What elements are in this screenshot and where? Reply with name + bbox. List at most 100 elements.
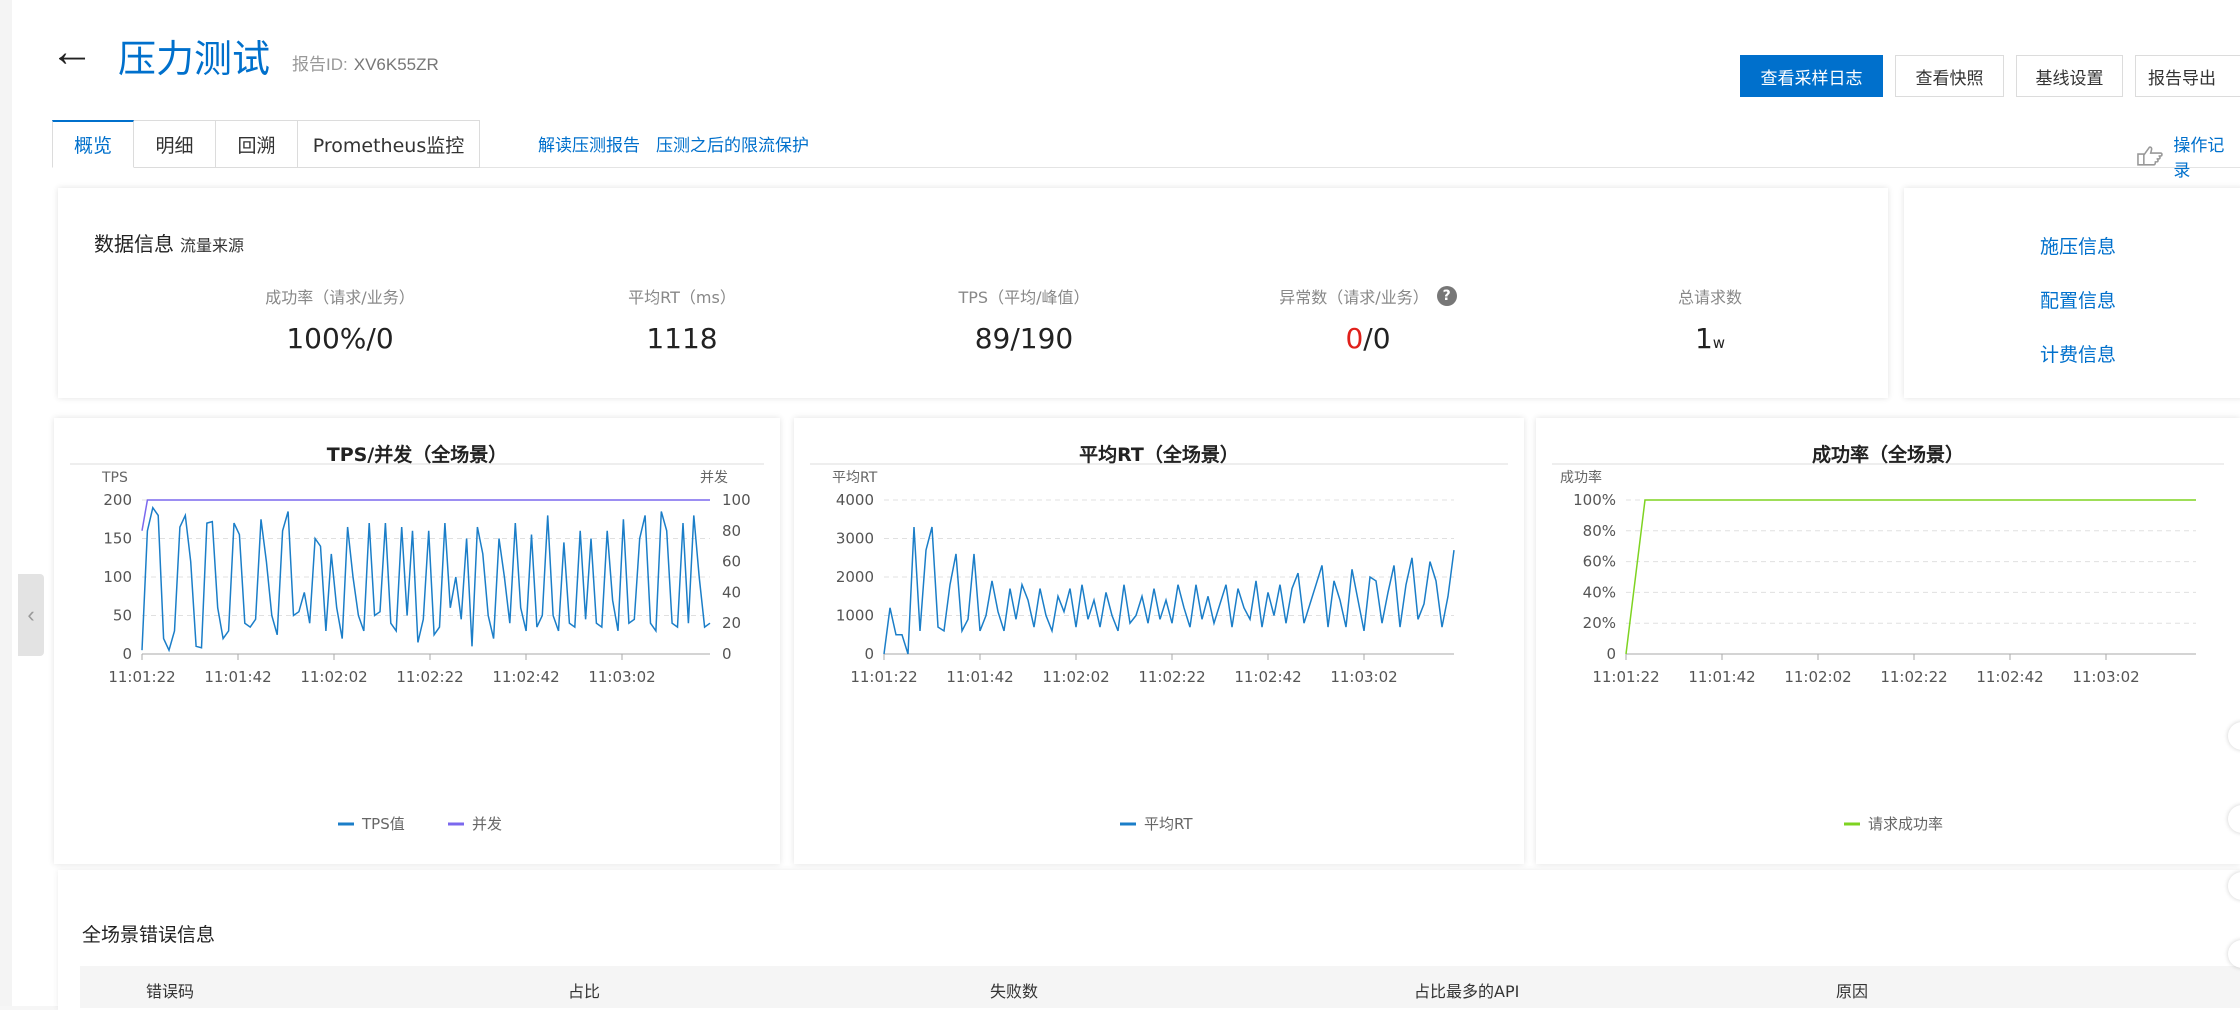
metric-label: 异常数（请求/业务）: [1279, 288, 1429, 307]
view-snapshot-button[interactable]: 查看快照: [1895, 55, 2004, 97]
column-header-error-code: 错误码: [146, 982, 195, 1001]
metric-exceptions: 异常数（请求/业务） ? 0/0: [1218, 284, 1518, 355]
y2-tick-label: 0: [722, 645, 732, 663]
left-gutter: [0, 0, 12, 1006]
info-links-card: 施压信息 配置信息 计费信息: [1904, 188, 2240, 398]
y-tick-label: 3000: [836, 530, 874, 548]
avg-rt-chart-card: 平均RT（全场景） 平均RT 0 1000 2000 3000 4000 11:01:22 1…: [794, 418, 1524, 864]
page-title: 压力测试: [118, 37, 271, 81]
metric-value: 100%/0: [286, 322, 394, 355]
series-line-0: [1625, 499, 2196, 655]
top-actions: 查看采样日志 查看快照 基线设置 报告导出: [1740, 55, 2240, 97]
billing-info-link[interactable]: 计费信息: [2040, 340, 2116, 367]
success-rate-chart-card: 成功率（全场景） 成功率 0 20% 40% 60% 80% 100% 11:01:22 11:…: [1536, 418, 2240, 864]
x-tick-label: 11:02:02: [1784, 668, 1851, 686]
legend-label: TPS值: [361, 815, 405, 833]
success-rate-chart: 成功率 0 20% 40% 60% 80% 100% 11:01:22 11:01:42 11:0…: [1552, 463, 2224, 833]
help-icon[interactable]: ?: [1436, 286, 1457, 306]
data-info-heading: 数据信息 流量来源: [94, 228, 244, 257]
x-tick-label: 11:02:22: [396, 668, 463, 686]
y-tick-label: 200: [103, 491, 132, 509]
tab-bar: 概览 明细 回溯 Prometheus监控: [52, 120, 480, 168]
tab-overview[interactable]: 概览: [52, 120, 134, 168]
report-id: 报告ID: XV6K55ZR: [292, 50, 439, 75]
avg-rt-chart: 平均RT 0 1000 2000 3000 4000 11:01:22 11:01:42 11:…: [810, 463, 1508, 833]
metric-success-rate: 成功率（请求/业务） 100%/0: [190, 284, 490, 355]
y2-axis-label: 并发: [700, 470, 728, 486]
tps-concurrency-chart: TPS 并发 0 50 100 150 200 0 20 40 60 80 100 11:01:22 11:…: [70, 463, 764, 833]
x-tick-label: 11:01:22: [108, 668, 175, 686]
tps-concurrency-chart-card: TPS/并发（全场景） TPS 并发 0 50 100 150 200 0 20 40 60 80 10…: [54, 418, 780, 864]
export-report-button[interactable]: 报告导出: [2135, 55, 2240, 97]
series-line-0: [141, 505, 711, 653]
back-button[interactable]: ←: [50, 27, 94, 76]
metric-tps: TPS（平均/峰值） 89/190: [874, 284, 1174, 355]
report-id-value: XV6K55ZR: [353, 55, 439, 74]
operation-log-link[interactable]: 操作记录: [2136, 131, 2240, 181]
column-header-reason: 原因: [1836, 982, 1869, 1001]
error-info-title: 全场景错误信息: [82, 924, 216, 946]
arrow-left-icon: ←: [50, 27, 94, 76]
metric-value: 1118: [646, 322, 718, 355]
data-info-title: 数据信息: [94, 232, 174, 256]
y2-tick-label: 60: [722, 553, 741, 571]
metric-value: 1w: [1560, 322, 1860, 355]
tab-detail[interactable]: 明细: [134, 120, 216, 168]
page: ‹ ← 压力测试 报告ID: XV6K55ZR 查看采样日志 查看快照 基线设置 …: [0, 0, 2240, 1010]
y2-tick-label: 40: [722, 583, 741, 601]
x-tick-label: 11:02:22: [1880, 668, 1947, 686]
legend-label: 请求成功率: [1868, 815, 1943, 833]
tab-prometheus[interactable]: Prometheus监控: [298, 120, 480, 168]
series-line-0: [883, 526, 1455, 655]
x-tick-label: 11:01:22: [850, 668, 917, 686]
column-header-fail-count: 失败数: [990, 982, 1039, 1001]
pressure-info-link[interactable]: 施压信息: [2040, 232, 2116, 259]
x-tick-label: 11:02:42: [1234, 668, 1301, 686]
legend-label: 并发: [472, 815, 502, 833]
rate-limit-protection-link[interactable]: 压测之后的限流保护: [656, 131, 809, 156]
error-table-header: 错误码 占比 失败数 占比最多的API 原因: [80, 966, 2240, 1008]
metric-value: 0/0: [1218, 322, 1518, 355]
view-sampling-log-button[interactable]: 查看采样日志: [1740, 55, 1883, 97]
legend-label: 平均RT: [1144, 815, 1193, 833]
y-tick-label: 60%: [1583, 553, 1616, 571]
x-tick-label: 11:03:02: [1330, 668, 1397, 686]
interpret-report-link[interactable]: 解读压测报告: [538, 131, 640, 156]
report-id-label: 报告ID:: [292, 55, 348, 74]
baseline-settings-button[interactable]: 基线设置: [2016, 55, 2123, 97]
exception-count-value: 0: [1345, 322, 1364, 355]
y-tick-label: 0: [1606, 645, 1616, 663]
config-info-link[interactable]: 配置信息: [2040, 286, 2116, 313]
y-tick-label: 100: [103, 568, 132, 586]
exception-business-value: /0: [1363, 322, 1391, 355]
x-tick-label: 11:02:42: [1976, 668, 2043, 686]
metric-label-row: 异常数（请求/业务） ?: [1218, 284, 1518, 308]
total-requests-unit: w: [1712, 334, 1726, 352]
x-tick-label: 11:01:42: [946, 668, 1013, 686]
x-tick-label: 11:01:42: [1688, 668, 1755, 686]
x-tick-label: 11:02:02: [1042, 668, 1109, 686]
y-tick-label: 4000: [836, 491, 874, 509]
y-tick-label: 0: [864, 645, 874, 663]
y-axis-label: 平均RT: [832, 470, 878, 486]
x-tick-label: 11:02:02: [300, 668, 367, 686]
y-axis-label: TPS: [101, 470, 128, 486]
series-line-1: [141, 499, 710, 531]
y-tick-label: 1000: [836, 607, 874, 625]
operation-log-label: 操作记录: [2173, 136, 2225, 181]
tab-backtrack[interactable]: 回溯: [216, 120, 298, 168]
data-info-card: 数据信息 流量来源 成功率（请求/业务） 100%/0 平均RT（ms） 1118…: [58, 188, 1888, 398]
x-tick-label: 11:01:42: [204, 668, 271, 686]
traffic-source-label: 流量来源: [180, 236, 245, 255]
y2-tick-label: 100: [722, 491, 751, 509]
y-tick-label: 100%: [1573, 491, 1616, 509]
x-tick-label: 11:02:22: [1138, 668, 1205, 686]
y2-tick-label: 20: [722, 614, 741, 632]
sidebar-collapse-handle[interactable]: ‹: [18, 574, 44, 656]
y-tick-label: 20%: [1583, 614, 1616, 632]
column-header-ratio: 占比: [568, 982, 601, 1001]
y2-tick-label: 80: [722, 522, 741, 540]
metric-label: TPS（平均/峰值）: [958, 288, 1090, 307]
x-tick-label: 11:02:42: [492, 668, 559, 686]
y-tick-label: 40%: [1583, 583, 1616, 601]
